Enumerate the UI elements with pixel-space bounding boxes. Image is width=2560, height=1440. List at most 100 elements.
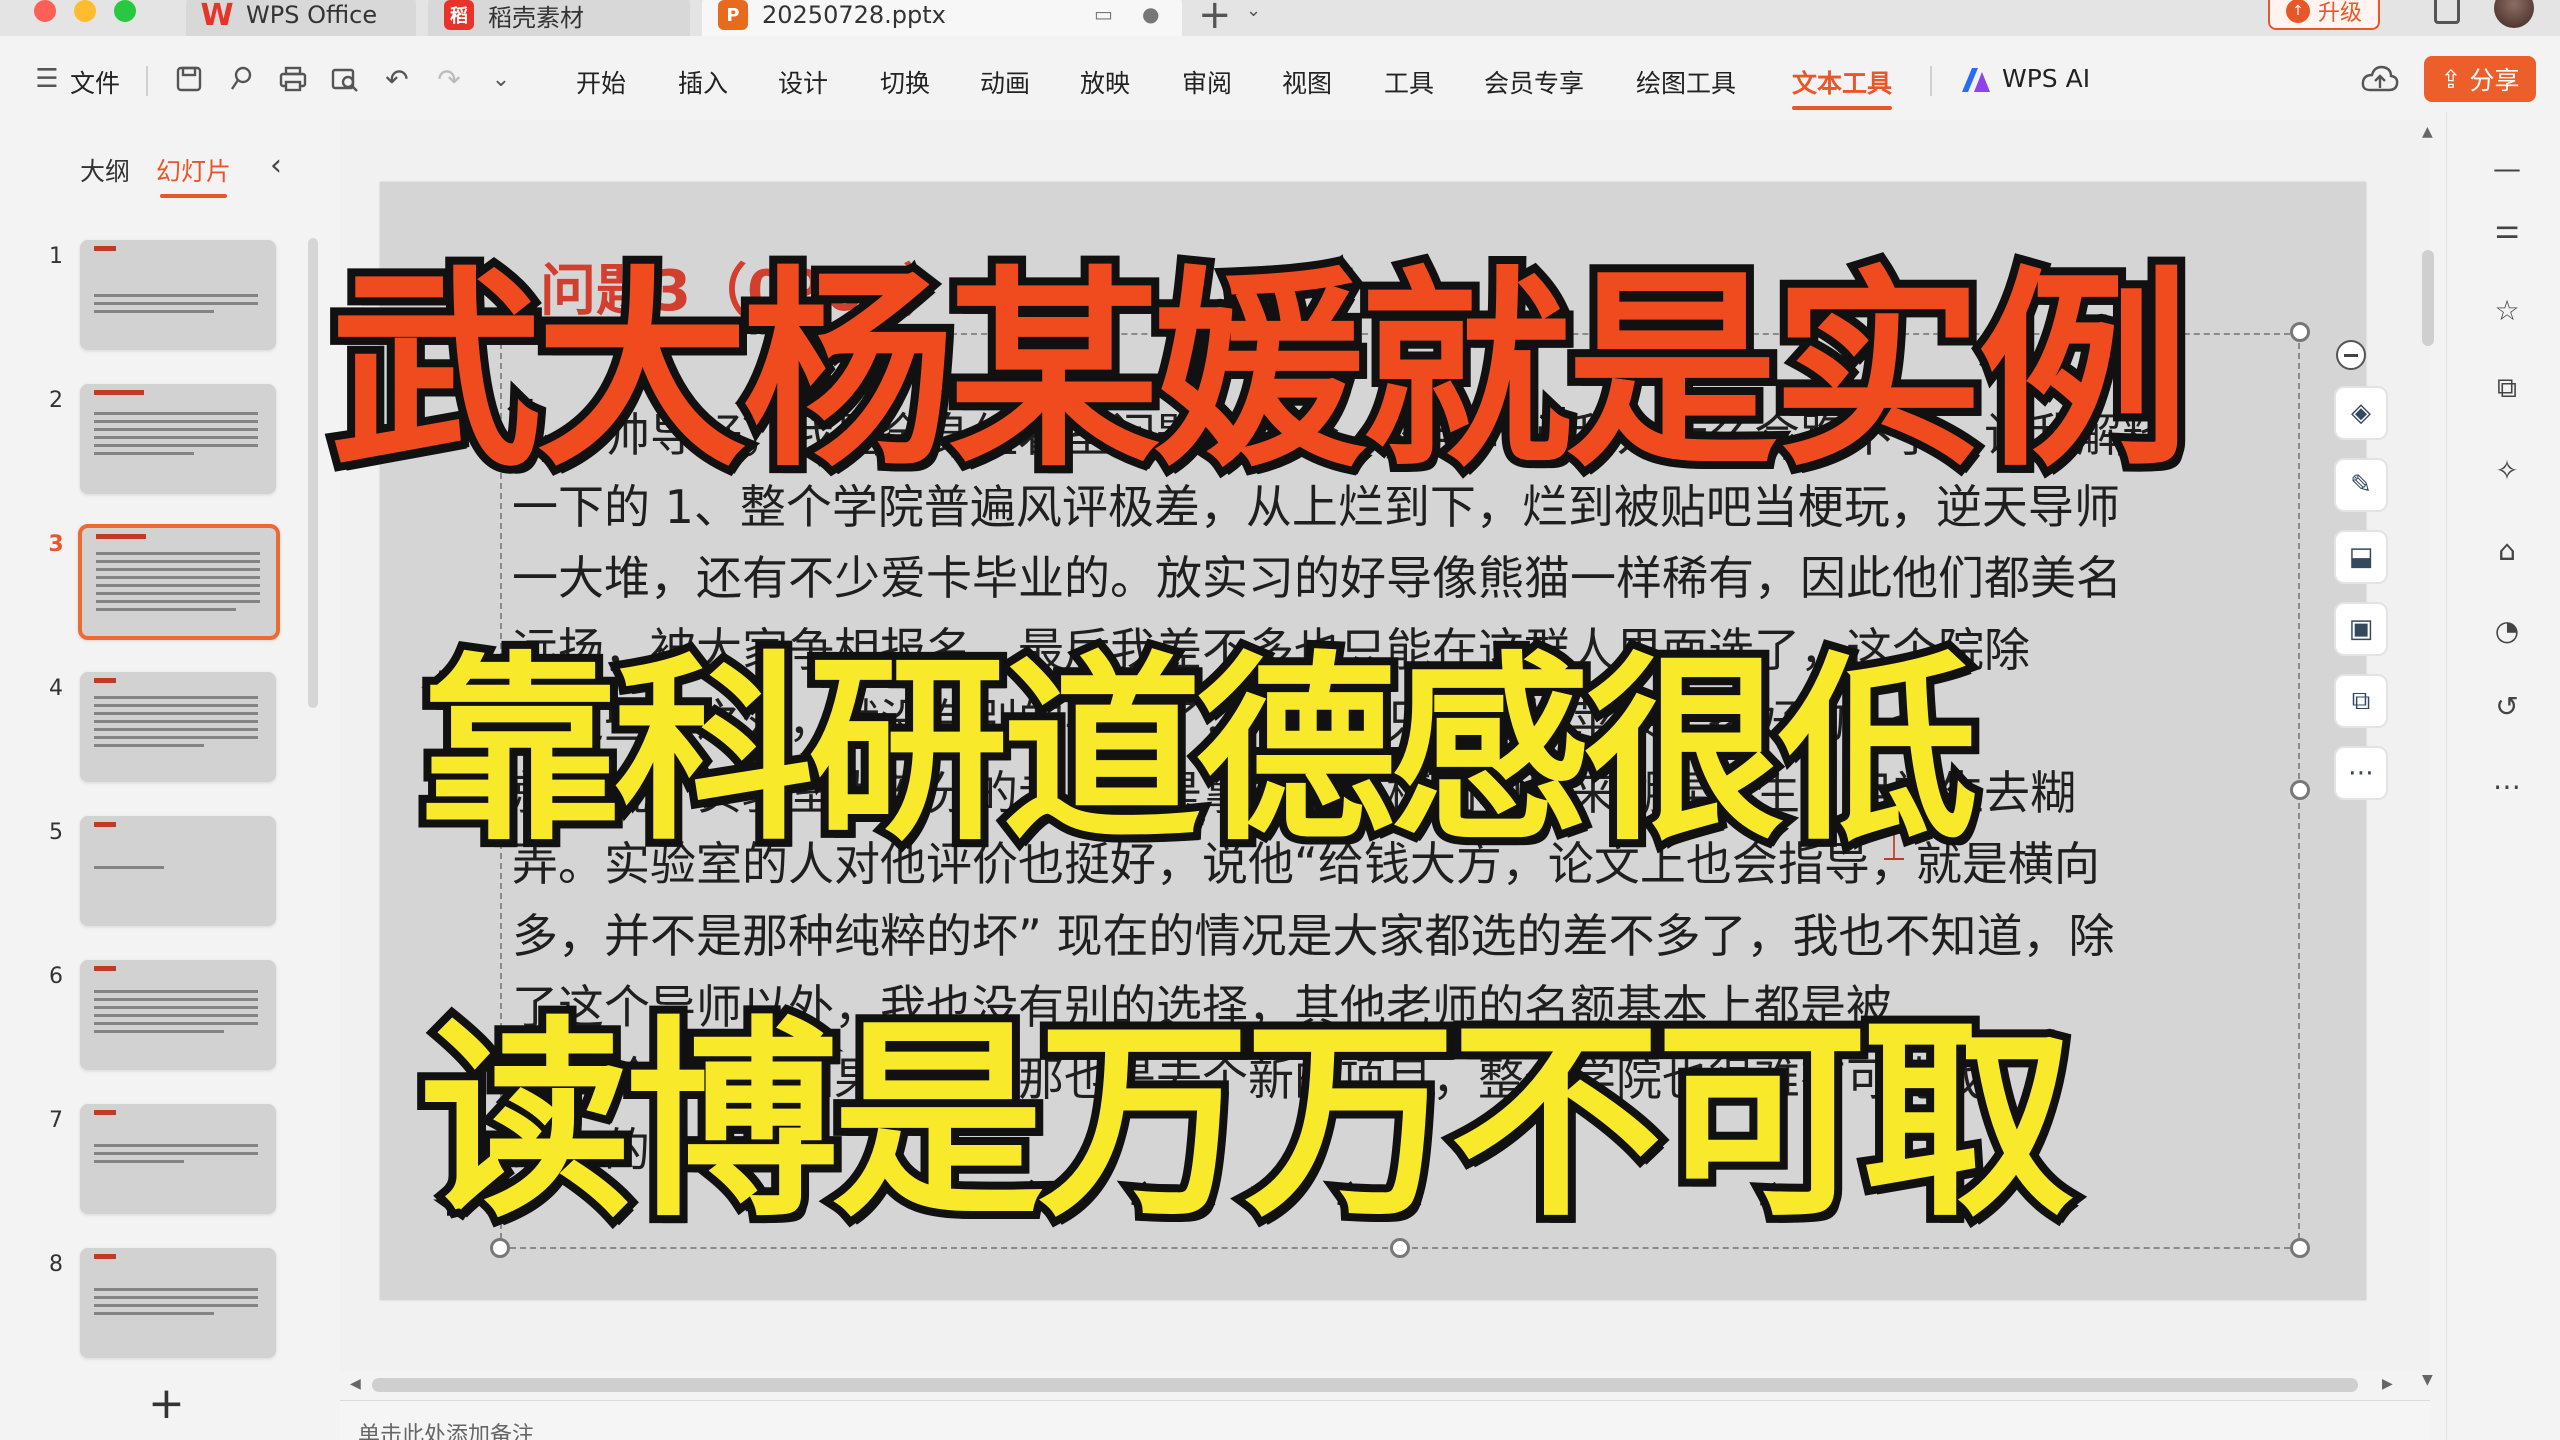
save-icon[interactable] bbox=[172, 62, 206, 96]
menu-text-tools[interactable]: 文本工具 bbox=[1792, 64, 1893, 110]
slide-thumbnail-1[interactable] bbox=[80, 240, 276, 350]
unsaved-dot-icon: ● bbox=[1142, 2, 1160, 26]
presentation-file-icon: P bbox=[718, 0, 748, 30]
adjust-icon[interactable]: ⚌ bbox=[2489, 210, 2525, 246]
tab-wps-office[interactable]: W WPS Office bbox=[186, 0, 416, 36]
wps-logo-icon: W bbox=[200, 0, 234, 33]
window-layout-icon[interactable] bbox=[2434, 0, 2460, 24]
collapse-toolbar-button[interactable] bbox=[2336, 340, 2366, 370]
slide-thumbnail-4[interactable] bbox=[80, 672, 276, 782]
menu-drawing-tools[interactable]: 绘图工具 bbox=[1636, 64, 1736, 100]
menu-view[interactable]: 视图 bbox=[1282, 64, 1332, 100]
tab-slides[interactable]: 幻灯片 bbox=[156, 152, 231, 198]
tab-outline[interactable]: 大纲 bbox=[80, 152, 130, 188]
slide-thumbnail-5[interactable] bbox=[80, 816, 276, 926]
format-painter-icon[interactable] bbox=[224, 62, 258, 96]
slide-thumbnail-6[interactable] bbox=[80, 960, 276, 1070]
slides-panel: 大纲 幻灯片 ‹ 1 2 3 4 5 6 7 8 + bbox=[0, 112, 330, 1440]
scroll-left-icon[interactable]: ◀ bbox=[350, 1376, 361, 1392]
menu-animation[interactable]: 动画 bbox=[980, 64, 1030, 100]
horizontal-scrollbar[interactable] bbox=[372, 1378, 2358, 1392]
daoke-logo-icon: 稻 bbox=[444, 0, 474, 30]
frame-icon[interactable]: ▣ bbox=[2334, 602, 2388, 656]
slide-thumbnail-3[interactable] bbox=[78, 524, 280, 640]
share-label: 分享 bbox=[2469, 66, 2520, 95]
divider bbox=[146, 66, 148, 96]
slide-number: 7 bbox=[49, 1108, 63, 1133]
chevron-down-icon[interactable]: ⌄ bbox=[484, 62, 518, 96]
magic-icon[interactable]: ✧ bbox=[2489, 452, 2525, 488]
slide-number: 2 bbox=[49, 388, 63, 413]
minimize-window-button[interactable] bbox=[74, 0, 96, 22]
vertical-scrollbar[interactable] bbox=[2422, 250, 2434, 346]
menu-file[interactable]: 文件 bbox=[70, 64, 120, 100]
history-icon[interactable]: ↺ bbox=[2489, 688, 2525, 724]
slide-number: 4 bbox=[49, 676, 63, 701]
menu-home[interactable]: 开始 bbox=[576, 64, 626, 100]
hamburger-menu-icon[interactable]: ☰ bbox=[30, 62, 64, 96]
share-button[interactable]: ⇪ 分享 bbox=[2424, 56, 2536, 102]
menu-design[interactable]: 设计 bbox=[778, 64, 828, 100]
star-icon[interactable]: ☆ bbox=[2489, 292, 2525, 328]
caption-line-2: 靠科研道德感很低 bbox=[412, 627, 1986, 876]
more-icon[interactable]: ⋯ bbox=[2489, 768, 2525, 804]
menu-slideshow[interactable]: 放映 bbox=[1080, 64, 1130, 100]
maximize-window-button[interactable] bbox=[114, 0, 136, 22]
cloud-upload-icon[interactable] bbox=[2360, 62, 2400, 98]
avatar[interactable] bbox=[2494, 0, 2534, 28]
undo-icon[interactable]: ↶ bbox=[380, 62, 414, 96]
tab-label: 20250728.pptx bbox=[762, 1, 946, 29]
slide-number: 5 bbox=[49, 820, 63, 845]
collapse-icon[interactable]: — bbox=[2489, 150, 2525, 186]
print-preview-icon[interactable] bbox=[328, 62, 362, 96]
menu-transition[interactable]: 切换 bbox=[880, 64, 930, 100]
arrow-up-icon: ↑ bbox=[2285, 0, 2310, 23]
notes-area[interactable]: 单击此处添加备注 bbox=[340, 1400, 2430, 1440]
print-icon[interactable] bbox=[276, 62, 310, 96]
layers-icon[interactable]: ◈ bbox=[2334, 386, 2388, 440]
slide-number: 1 bbox=[49, 244, 63, 269]
shirt-icon[interactable]: ⌂ bbox=[2489, 532, 2525, 568]
divider bbox=[1930, 66, 1932, 96]
new-tab-button[interactable]: + bbox=[1198, 0, 1232, 38]
add-slide-button[interactable]: + bbox=[148, 1378, 185, 1429]
scroll-up-icon[interactable]: ▲ bbox=[2422, 124, 2433, 140]
animation-icon[interactable]: ◔ bbox=[2489, 612, 2525, 648]
redo-icon[interactable]: ↷ bbox=[432, 62, 466, 96]
upgrade-label: 升级 bbox=[2317, 1, 2362, 26]
collapse-panel-icon[interactable]: ‹ bbox=[270, 148, 282, 183]
menu-member[interactable]: 会员专享 bbox=[1484, 64, 1584, 100]
image-text-icon[interactable]: ⧉ bbox=[2334, 674, 2388, 728]
resize-handle-top-right[interactable] bbox=[2290, 322, 2310, 342]
close-window-button[interactable] bbox=[34, 0, 56, 22]
wps-ai-icon bbox=[1962, 68, 1990, 92]
resize-handle-right[interactable] bbox=[2290, 780, 2310, 800]
tab-pptx-file[interactable]: P 20250728.pptx ▭ ● bbox=[702, 0, 1182, 36]
slide-number: 3 bbox=[48, 532, 64, 557]
more-icon[interactable]: ⋯ bbox=[2334, 746, 2388, 800]
scroll-right-icon[interactable]: ▶ bbox=[2382, 1376, 2393, 1392]
slide-thumbnail-7[interactable] bbox=[80, 1104, 276, 1214]
slide-thumbnail-8[interactable] bbox=[80, 1248, 276, 1358]
upgrade-button[interactable]: ↑ 升级 bbox=[2268, 0, 2380, 30]
panel-scrollbar[interactable] bbox=[308, 238, 318, 708]
brush-icon[interactable]: ✎ bbox=[2334, 458, 2388, 512]
tab-label: WPS Office bbox=[246, 1, 378, 29]
notes-placeholder: 单击此处添加备注 bbox=[358, 1423, 535, 1440]
monitor-icon[interactable]: ▭ bbox=[1094, 2, 1113, 26]
slide-thumbnail-2[interactable] bbox=[80, 384, 276, 494]
menu-insert[interactable]: 插入 bbox=[678, 64, 728, 100]
slide-number: 6 bbox=[49, 964, 63, 989]
resize-handle-bottom-right[interactable] bbox=[2290, 1238, 2310, 1258]
scroll-down-icon[interactable]: ▼ bbox=[2422, 1372, 2433, 1388]
tab-daoke-assets[interactable]: 稻 稻壳素材 bbox=[428, 0, 690, 36]
chevron-down-icon[interactable]: ⌄ bbox=[1246, 0, 1261, 21]
tab-label: 稻壳素材 bbox=[488, 3, 584, 32]
fill-icon[interactable]: ⬓ bbox=[2334, 530, 2388, 584]
menu-bar: ☰ 文件 ↶ ↷ ⌄ 开始 插入 设计 切换 动画 放映 审阅 视图 工具 会员… bbox=[0, 50, 2560, 112]
share-icon: ⇪ bbox=[2440, 64, 2462, 94]
menu-wps-ai[interactable]: WPS AI bbox=[2002, 64, 2090, 93]
menu-review[interactable]: 审阅 bbox=[1182, 64, 1232, 100]
slide-copy-icon[interactable]: ⧉ bbox=[2489, 370, 2525, 406]
menu-tools[interactable]: 工具 bbox=[1384, 64, 1434, 100]
